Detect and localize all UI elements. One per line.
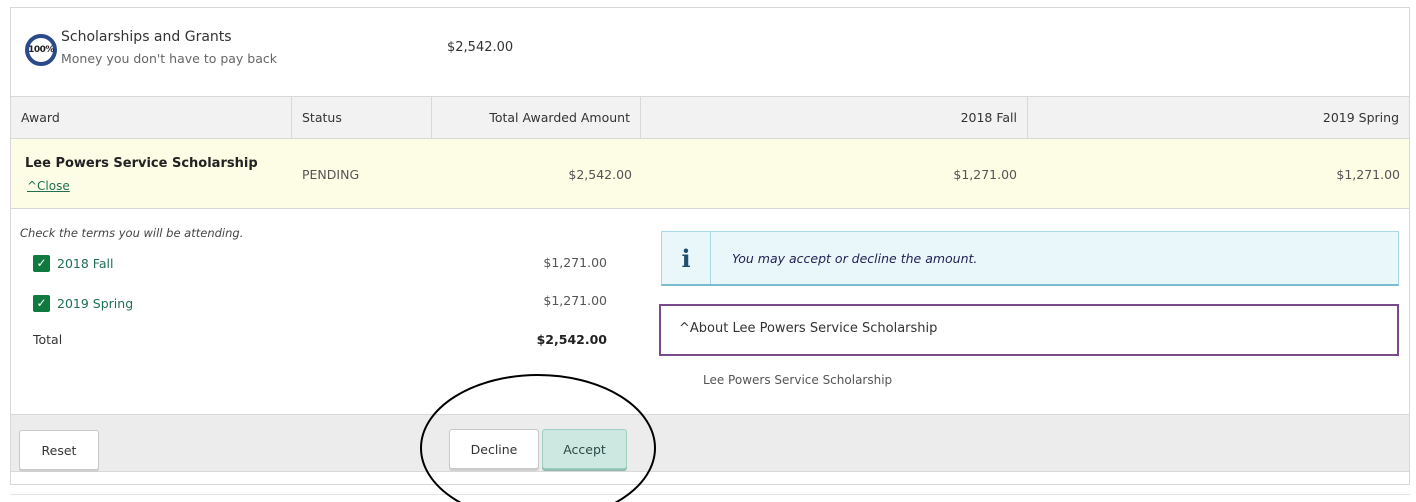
accept-button[interactable]: Accept [542,429,627,469]
term-label: 2018 Fall [57,255,114,271]
checkmark-icon[interactable]: ✓ [33,294,50,312]
total-label: Total [33,332,63,347]
info-message: You may accept or decline the amount. [732,251,978,266]
info-message-box: i You may accept or decline the amount. [661,231,1399,286]
decline-button[interactable]: Decline [449,429,539,469]
status-value: PENDING [302,167,360,182]
section-subtitle: Money you don't have to pay back [61,51,278,66]
term-label: 2019 Spring [57,295,134,311]
column-award: Award [11,97,292,138]
section-title: Scholarships and Grants [61,29,232,45]
scholarships-panel: 100% Scholarships and Grants Money you d… [10,7,1410,485]
section-header: 100% Scholarships and Grants Money you d… [11,8,1409,96]
term-checkbox-2019-spring[interactable]: ✓ 2019 Spring [33,293,133,313]
reset-button[interactable]: Reset [19,430,99,470]
action-footer: Reset Decline Accept [11,414,1409,472]
term-amount-2019-spring: $1,271.00 [543,293,607,308]
total-amount: $2,542.00 [536,332,607,347]
about-description: Lee Powers Service Scholarship [703,373,893,387]
info-icon-container: i [662,232,711,284]
column-2019-spring: 2019 Spring [1322,110,1399,125]
table-row: Lee Powers Service Scholarship ^Close PE… [11,139,1409,209]
about-scholarship-toggle[interactable]: ^About Lee Powers Service Scholarship [659,304,1399,356]
award-name: Lee Powers Service Scholarship [25,156,258,171]
about-toggle-label: ^About Lee Powers Service Scholarship [679,321,938,336]
table-header: Award Status Total Awarded Amount 2018 F… [11,96,1409,139]
terms-hint: Check the terms you will be attending. [20,226,244,240]
close-link[interactable]: ^Close [27,179,70,193]
column-2018-fall: 2018 Fall [641,97,1028,138]
column-status: Status [292,97,432,138]
spring-amount-value: $1,271.00 [1336,167,1400,182]
section-amount: $2,542.00 [447,40,514,55]
progress-ring: 100% [25,34,57,66]
term-checkbox-2018-fall[interactable]: ✓ 2018 Fall [33,253,113,273]
total-awarded-value: $2,542.00 [568,167,632,182]
column-total: Total Awarded Amount [432,97,641,138]
fall-amount-value: $1,271.00 [953,167,1017,182]
info-icon: i [681,243,691,273]
divider [10,494,1410,495]
term-amount-2018-fall: $1,271.00 [543,255,607,270]
checkmark-icon[interactable]: ✓ [33,254,50,272]
progress-label: 100% [28,45,54,55]
